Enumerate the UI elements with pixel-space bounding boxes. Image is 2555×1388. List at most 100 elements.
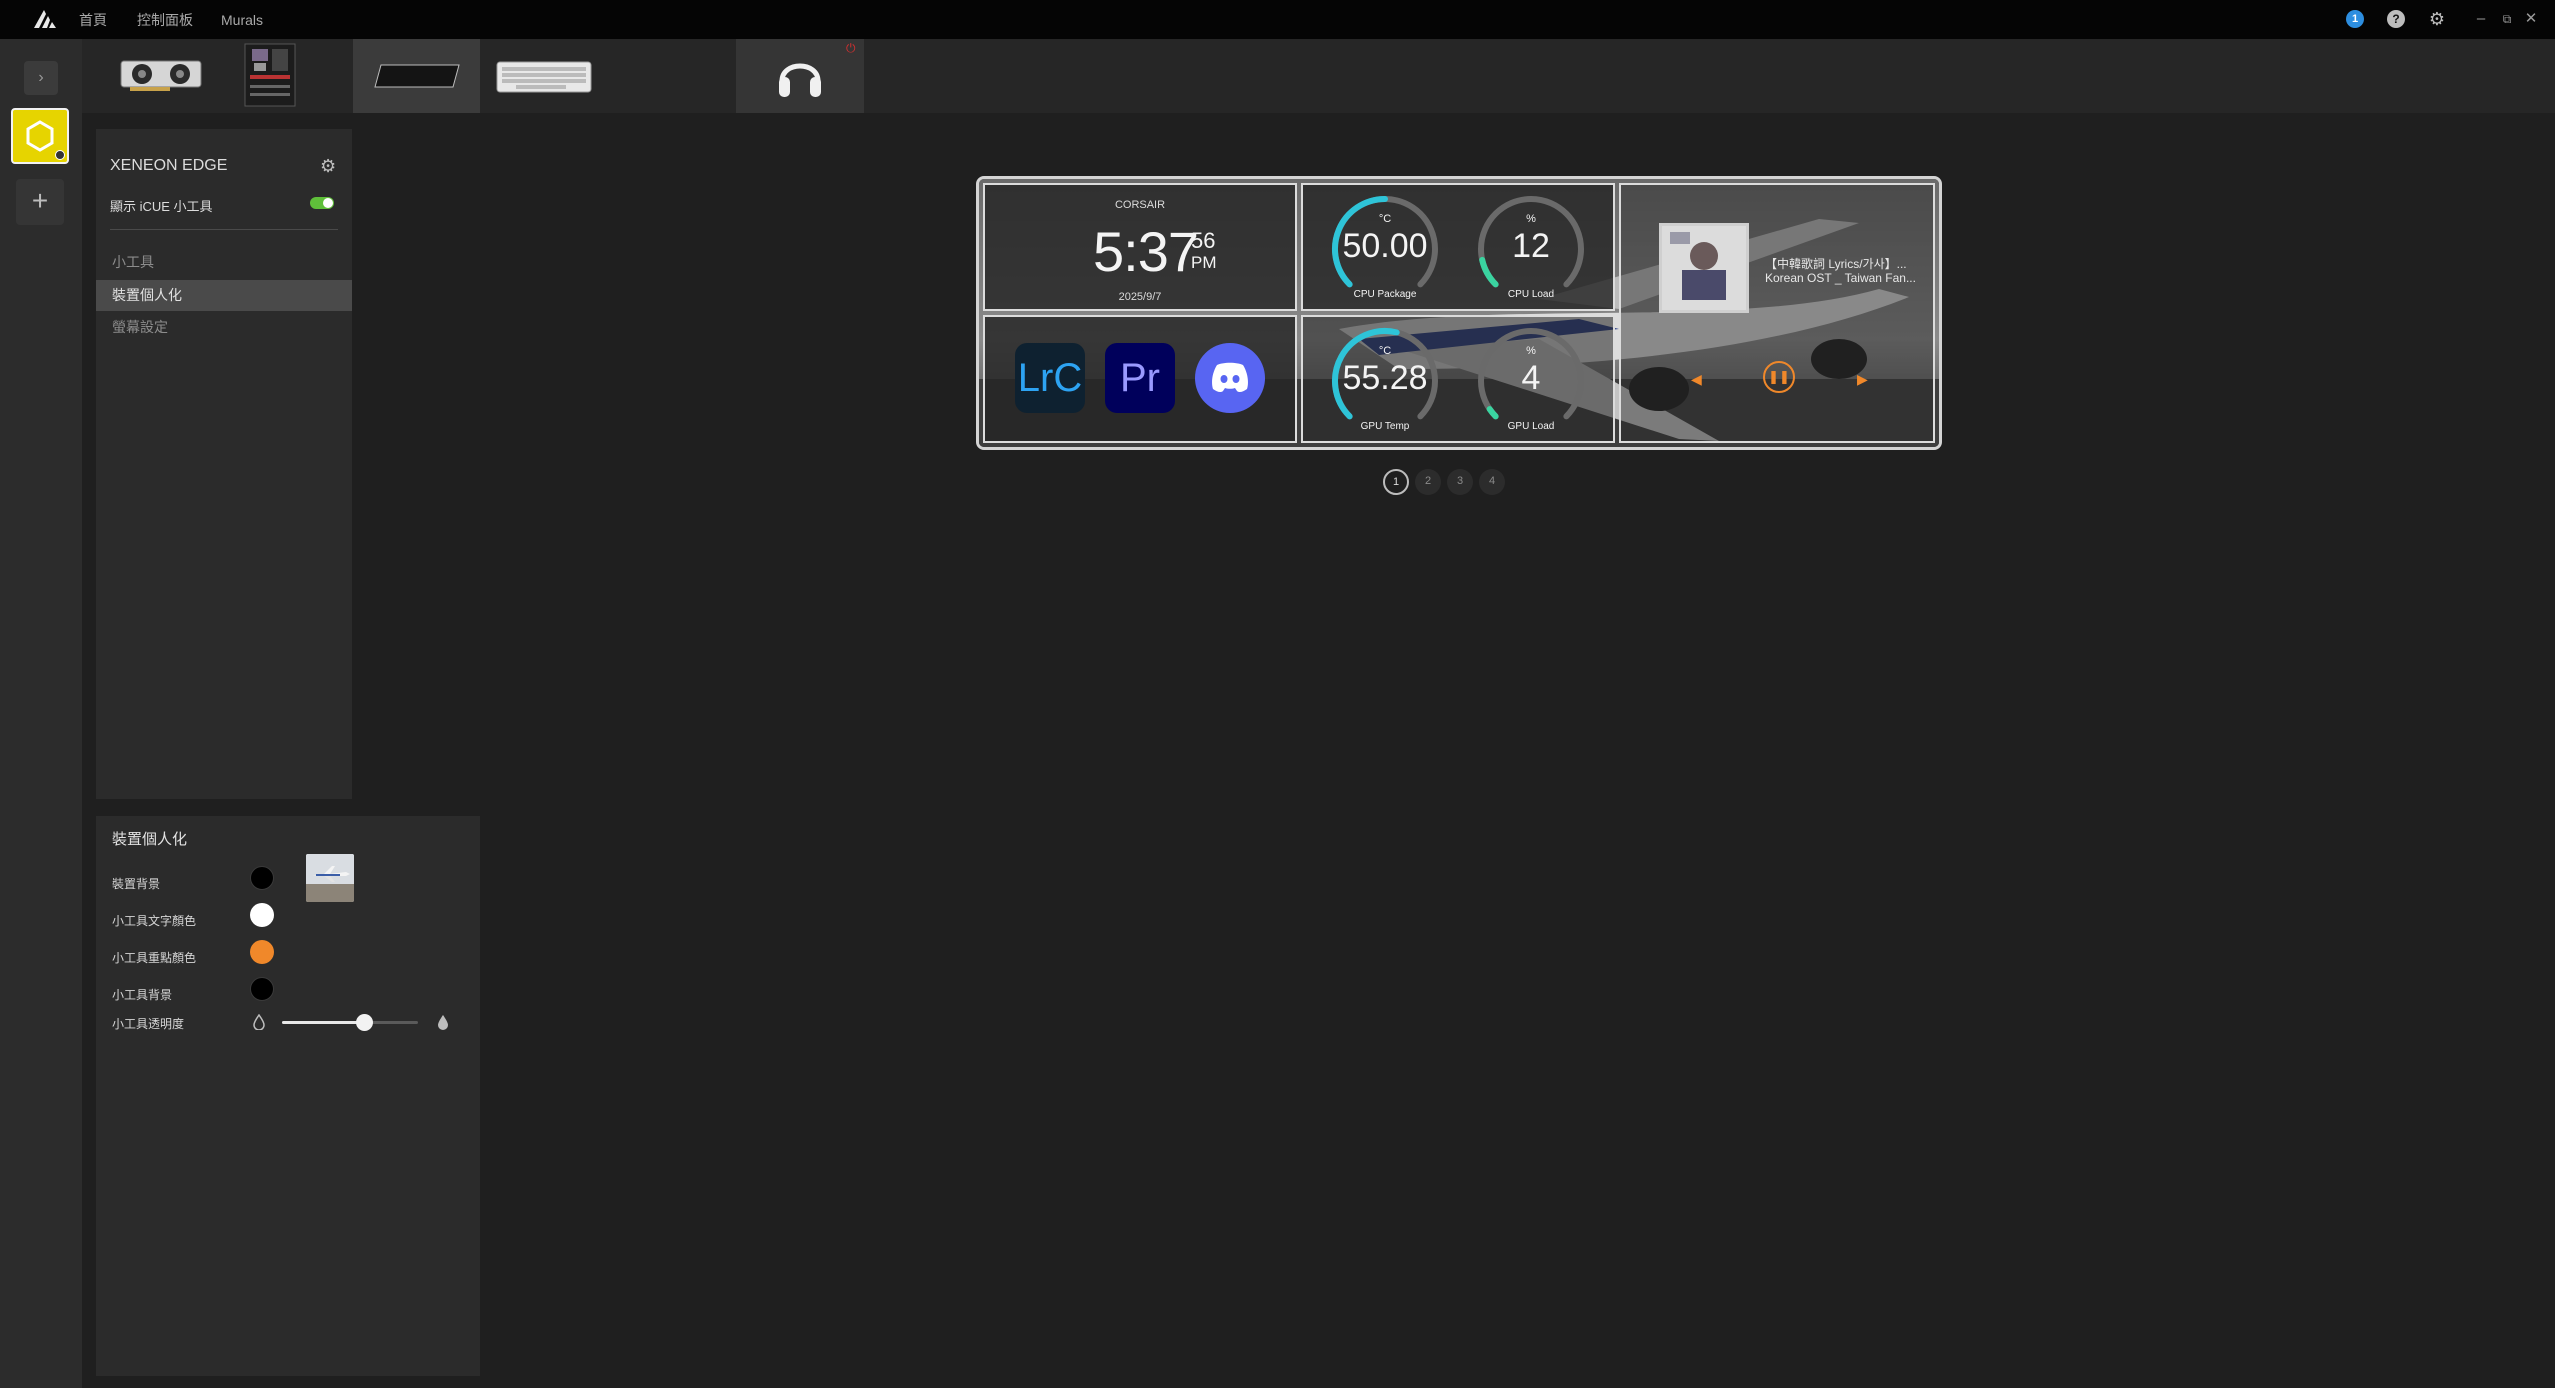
- cpu-package-unit: °C: [1378, 213, 1392, 225]
- music-widget[interactable]: 【中韓歌詞 Lyrics/가사】... Korean OST _ Taiwan …: [1619, 183, 1935, 443]
- menu-murals[interactable]: Murals: [221, 0, 263, 39]
- close-icon[interactable]: ✕: [2522, 8, 2540, 30]
- title-bar: 首頁 控制面板 Murals 1 ? ⚙ – ⧉ ✕: [0, 0, 2555, 39]
- widget-opacity-label: 小工具透明度: [112, 1017, 185, 1031]
- device-background-swatch[interactable]: [250, 866, 274, 890]
- chevron-right-icon: ›: [38, 69, 44, 86]
- opacity-slider-handle[interactable]: [355, 1014, 373, 1031]
- gpu-load-unit: %: [1526, 345, 1536, 357]
- headset-icon: [779, 63, 821, 97]
- settings-gear-icon[interactable]: ⚙: [2427, 9, 2447, 29]
- background-image-thumbnail[interactable]: [306, 854, 354, 902]
- cpu-load-value: 12: [1512, 227, 1550, 265]
- device-settings-gear-icon[interactable]: ⚙: [320, 157, 338, 175]
- gpu-widget[interactable]: °C 55.28 GPU Temp % 4 GPU Load: [1301, 315, 1615, 443]
- keyboard-icon: [496, 61, 592, 93]
- hexagon-device-icon: [26, 120, 54, 152]
- premiere-pro-icon[interactable]: Pr: [1105, 343, 1175, 413]
- widget-accent-color-swatch[interactable]: [250, 940, 274, 964]
- left-rail: › +: [0, 39, 82, 1388]
- opacity-slider-fill: [282, 1021, 364, 1024]
- previous-track-icon[interactable]: ◀: [1691, 371, 1702, 388]
- device-headset[interactable]: ⏻: [736, 39, 864, 113]
- lightroom-classic-icon[interactable]: LrC: [1015, 343, 1085, 413]
- app-launcher-widget[interactable]: LrC Pr: [983, 315, 1297, 443]
- device-graphics-card[interactable]: [82, 39, 206, 113]
- xeneon-display-icon: [374, 64, 460, 88]
- pause-button[interactable]: ❚❚: [1763, 361, 1795, 393]
- nav-widgets[interactable]: 小工具: [96, 247, 352, 278]
- cpu-load-label: CPU Load: [1507, 289, 1555, 300]
- divider: [110, 229, 338, 230]
- motherboard-icon: [244, 43, 296, 107]
- graphics-card-icon: [120, 60, 202, 91]
- cpu-load-gauge: % 12 CPU Load: [1475, 193, 1587, 305]
- album-art-image: [1662, 226, 1746, 310]
- track-artist: Korean OST _ Taiwan Fan...: [1765, 271, 1916, 285]
- power-off-icon: ⏻: [846, 41, 856, 55]
- device-name: XENEON EDGE: [110, 157, 228, 174]
- personalization-title: 裝置個人化: [112, 831, 188, 848]
- device-motherboard[interactable]: [206, 39, 330, 113]
- widget-text-color-label: 小工具文字顏色: [112, 914, 197, 928]
- device-usb-receiver[interactable]: [629, 39, 763, 113]
- device-keyboard[interactable]: [480, 39, 620, 113]
- toggle-knob: [323, 198, 333, 208]
- page-dot-4[interactable]: 4: [1479, 469, 1505, 495]
- minimize-icon[interactable]: –: [2472, 8, 2490, 30]
- gpu-temp-unit: °C: [1378, 345, 1392, 357]
- device-tile-xeneon[interactable]: [11, 108, 69, 164]
- gpu-temp-gauge: °C 55.28 GPU Temp: [1329, 325, 1441, 437]
- clock-ampm: PM: [1191, 253, 1217, 272]
- clock-brand: CORSAIR: [1114, 199, 1166, 211]
- widget-accent-color-label: 小工具重點顏色: [112, 951, 197, 965]
- track-title: 【中韓歌詞 Lyrics/가사】...: [1765, 257, 1907, 271]
- album-art: [1659, 223, 1749, 313]
- personalization-panel: 裝置個人化 裝置背景 小工具文字顏色 小工具重點顏色 小工具背景 小工具透明度: [96, 816, 480, 1376]
- restore-icon[interactable]: ⧉: [2498, 8, 2516, 30]
- discord-icon[interactable]: [1195, 343, 1265, 413]
- gpu-temp-value: 55.28: [1342, 359, 1428, 397]
- cpu-load-unit: %: [1526, 213, 1536, 225]
- show-icue-widgets-toggle[interactable]: [310, 197, 334, 209]
- clock-date: 2025/9/7: [1118, 291, 1162, 303]
- help-icon[interactable]: ?: [2387, 10, 2405, 28]
- gpu-load-gauge: % 4 GPU Load: [1475, 325, 1587, 437]
- widget-text-color-swatch[interactable]: [250, 903, 274, 927]
- add-device-button[interactable]: +: [16, 179, 64, 225]
- show-icue-widgets-label: 顯示 iCUE 小工具: [110, 199, 213, 214]
- nav-device-personalization[interactable]: 裝置個人化: [96, 280, 352, 311]
- cpu-package-gauge: °C 50.00 CPU Package: [1329, 193, 1441, 305]
- cpu-package-value: 50.00: [1342, 227, 1428, 265]
- page-dot-1[interactable]: 1: [1383, 469, 1409, 495]
- gpu-load-label: GPU Load: [1507, 421, 1555, 432]
- clock-widget[interactable]: CORSAIR 5:37 56 PM 2025/9/7: [983, 183, 1297, 311]
- gpu-load-value: 4: [1521, 359, 1541, 397]
- device-strip: ⏻: [82, 39, 2555, 113]
- widget-background-swatch[interactable]: [250, 977, 274, 1001]
- drop-filled-icon: [438, 1015, 448, 1030]
- corsair-logo-icon[interactable]: [30, 6, 60, 32]
- xeneon-display-preview[interactable]: CORSAIR 5:37 56 PM 2025/9/7 °C 50.00 CPU…: [976, 176, 1942, 450]
- discord-logo: [1212, 362, 1248, 393]
- cpu-package-label: CPU Package: [1353, 289, 1417, 300]
- gpu-temp-label: GPU Temp: [1360, 421, 1410, 432]
- nav-screen-settings[interactable]: 螢幕設定: [96, 312, 352, 343]
- cpu-widget[interactable]: °C 50.00 CPU Package % 12 CPU Load: [1301, 183, 1615, 311]
- widget-background-label: 小工具背景: [112, 988, 173, 1002]
- notification-icon[interactable]: 1: [2346, 10, 2364, 28]
- device-settings-panel: XENEON EDGE ⚙ 顯示 iCUE 小工具 小工具 裝置個人化 螢幕設定: [96, 129, 352, 799]
- drop-outline-icon: [253, 1014, 265, 1030]
- clock-seconds: 56: [1191, 228, 1216, 253]
- lock-badge-icon: [55, 150, 65, 160]
- clock-time: 5:37: [1093, 220, 1199, 283]
- page-dot-2[interactable]: 2: [1415, 469, 1441, 495]
- page-dot-3[interactable]: 3: [1447, 469, 1473, 495]
- next-track-icon[interactable]: ▶: [1857, 371, 1868, 388]
- expand-rail-button[interactable]: ›: [24, 61, 58, 95]
- device-background-label: 裝置背景: [112, 877, 161, 891]
- airplane-thumbnail-icon: [306, 854, 354, 902]
- menu-dashboard[interactable]: 控制面板: [137, 0, 193, 39]
- menu-home[interactable]: 首頁: [79, 0, 107, 39]
- device-xeneon-edge[interactable]: [353, 39, 480, 113]
